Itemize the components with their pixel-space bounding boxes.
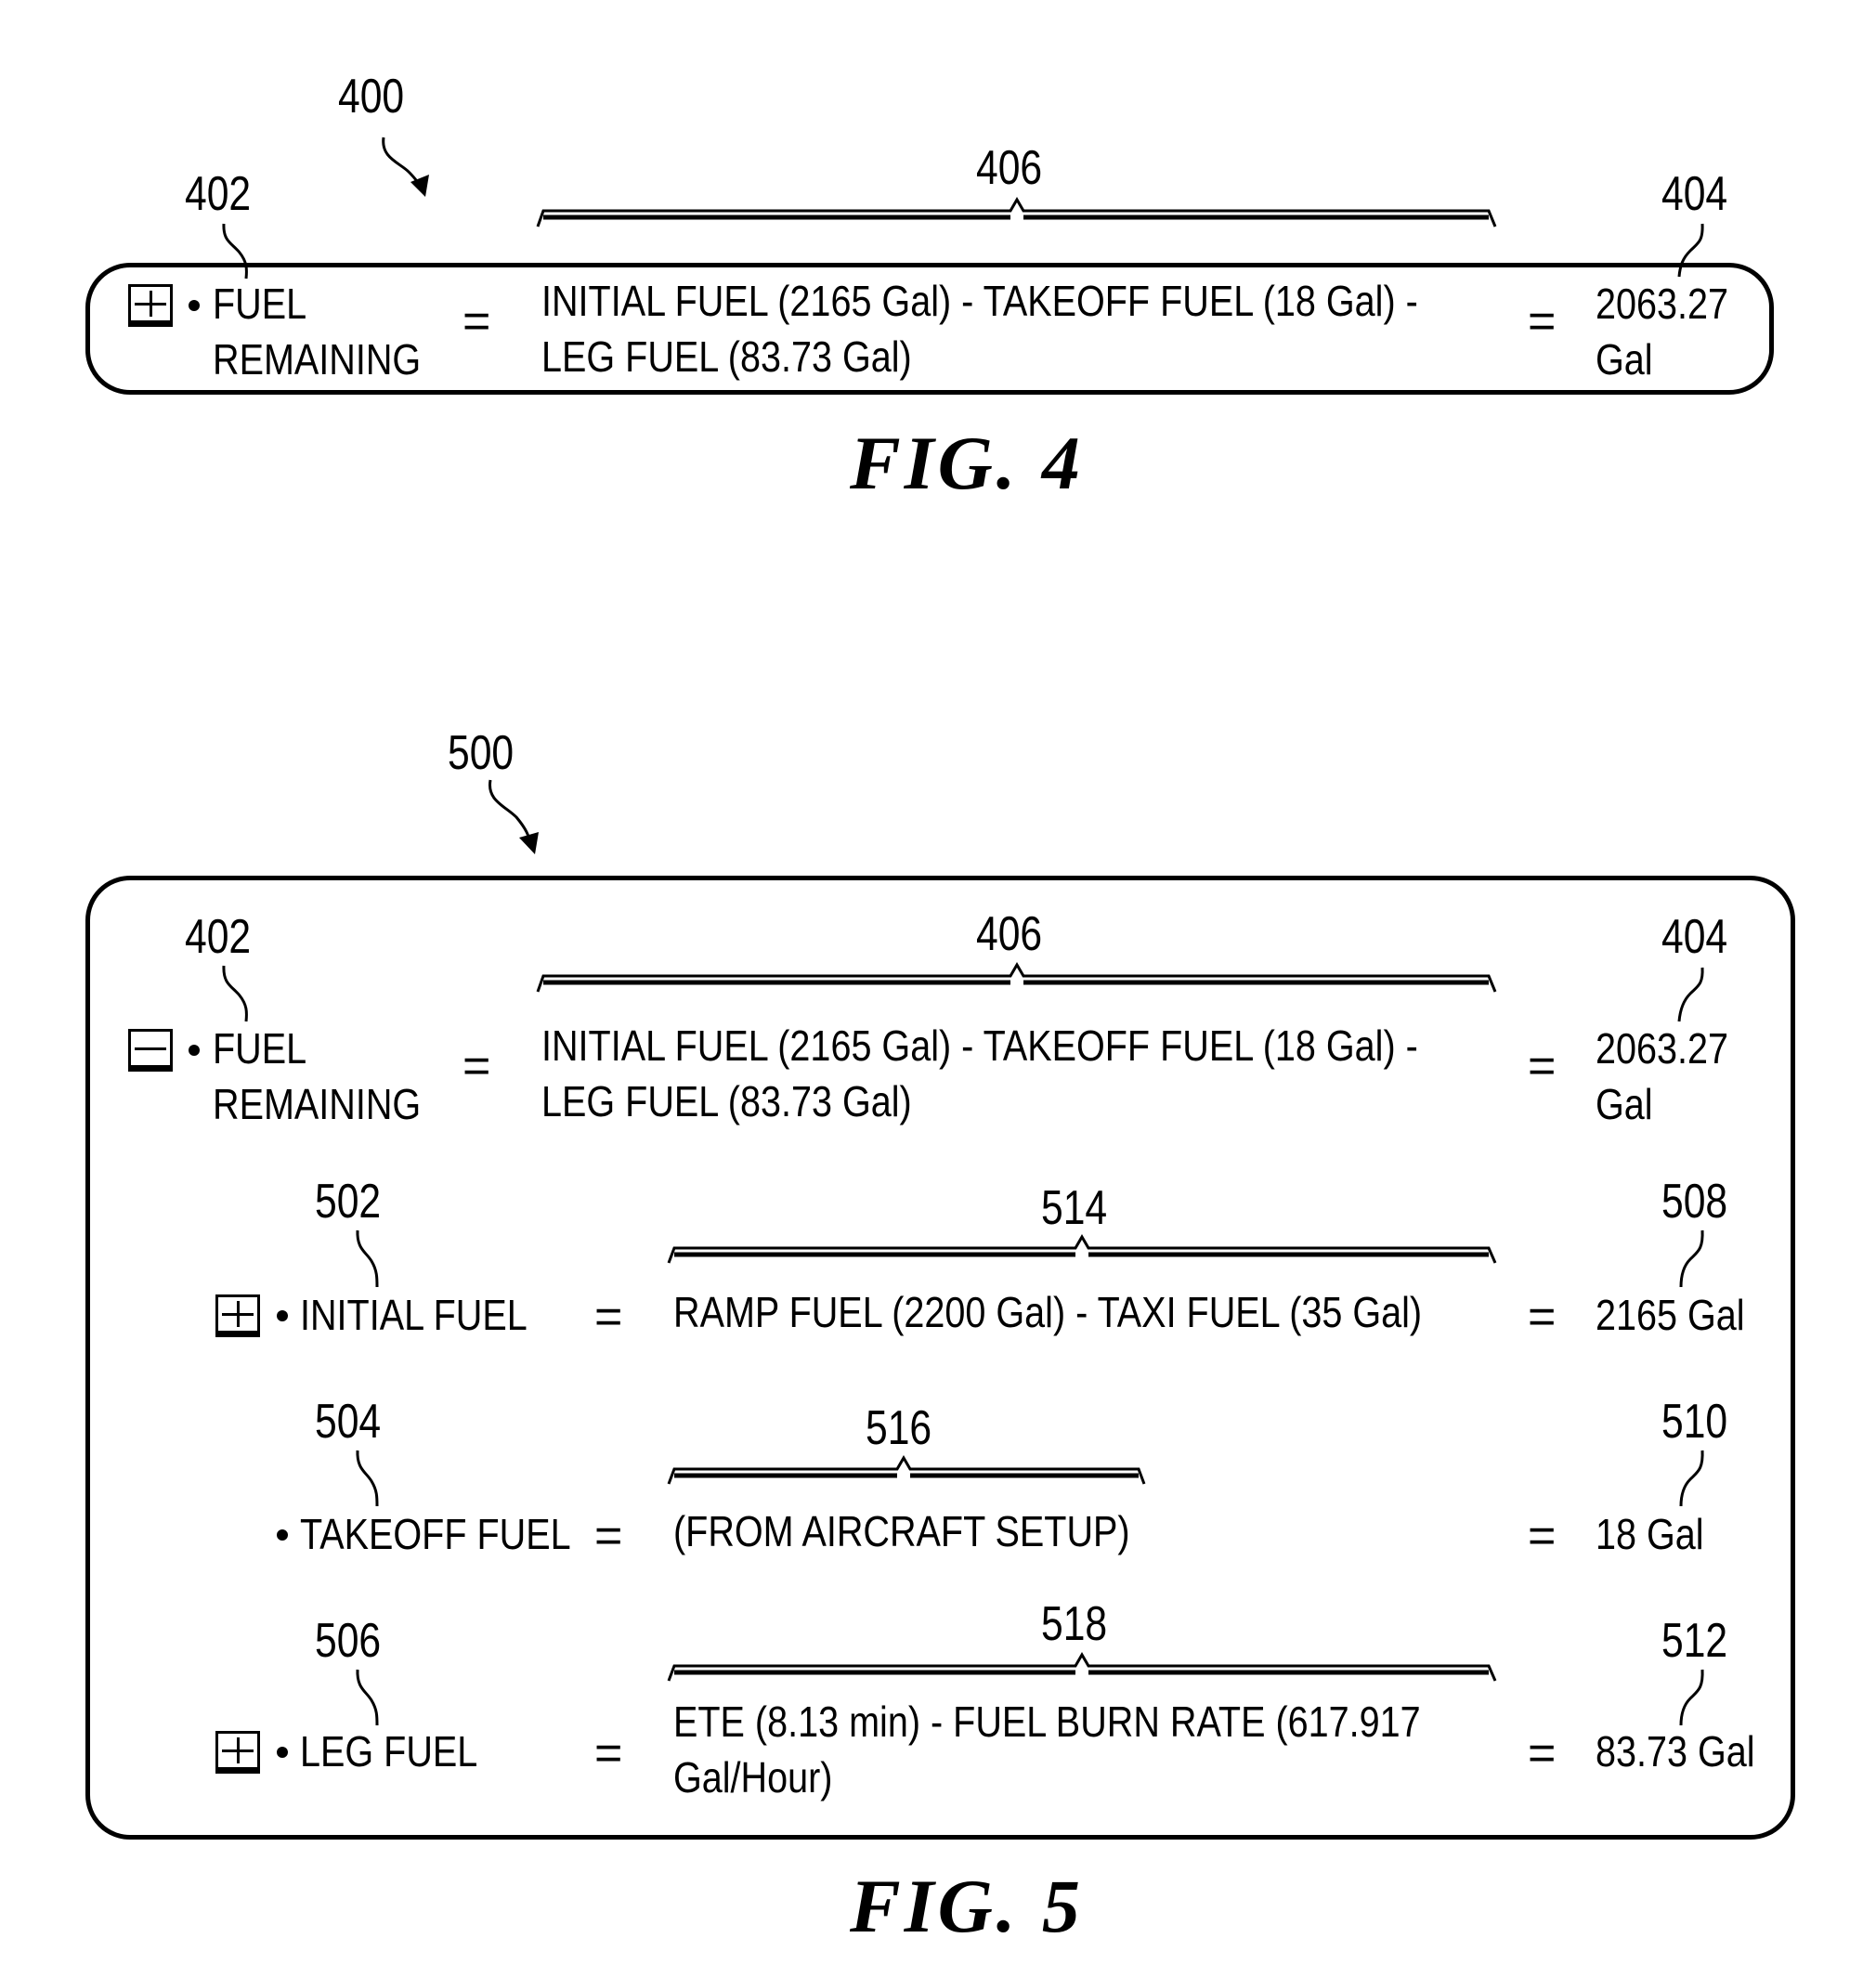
result-equals-sign: = <box>1528 294 1557 348</box>
row-label: INITIAL FUEL <box>300 1291 528 1339</box>
result-value: 18 Gal <box>1596 1510 1704 1558</box>
formula-line1: INITIAL FUEL (2165 Gal) - TAKEOFF FUEL (… <box>541 1021 1418 1070</box>
ref-402: 402 <box>185 167 252 221</box>
plus-box-icon[interactable] <box>215 1731 260 1774</box>
result-equals-sign: = <box>1528 1726 1557 1780</box>
ref-406: 406 <box>976 141 1043 195</box>
result-equals-sign: = <box>1528 1509 1557 1563</box>
ref-506: 506 <box>315 1614 382 1668</box>
equals-sign: = <box>594 1509 623 1563</box>
ref-502: 502 <box>315 1175 382 1229</box>
formula-line1: INITIAL FUEL (2165 Gal) - TAKEOFF FUEL (… <box>541 277 1418 325</box>
row-label-line2: REMAINING <box>213 1080 422 1128</box>
formula-line2: Gal/Hour) <box>673 1753 833 1801</box>
ref-514: 514 <box>1041 1181 1108 1235</box>
figure-caption: FIG. 4 <box>850 421 1084 505</box>
result-equals-sign: = <box>1528 1039 1557 1093</box>
row-label: TAKEOFF FUEL <box>300 1510 571 1558</box>
bullet-icon <box>277 1747 288 1758</box>
formula-line1: (FROM AIRCRAFT SETUP) <box>673 1507 1130 1555</box>
ref-518: 518 <box>1041 1597 1108 1651</box>
ref-500: 500 <box>448 726 515 780</box>
row-label: LEG FUEL <box>300 1727 478 1775</box>
bullet-icon <box>277 1529 288 1541</box>
row-label-line1: FUEL <box>213 1024 307 1073</box>
arrow-500 <box>489 779 533 848</box>
ref-404: 404 <box>1661 910 1728 964</box>
formula-line1: RAMP FUEL (2200 Gal) - TAXI FUEL (35 Gal… <box>673 1288 1423 1336</box>
equals-sign: = <box>462 1039 491 1093</box>
row-label-line1: FUEL <box>213 280 307 328</box>
brace-406-fig4 <box>536 197 1497 228</box>
ref-402: 402 <box>185 910 252 964</box>
formula-line2: LEG FUEL (83.73 Gal) <box>541 1077 912 1125</box>
row-label-line2: REMAINING <box>213 335 422 384</box>
arrow-head-500 <box>519 832 539 854</box>
bullet-icon <box>277 1310 288 1321</box>
equals-sign: = <box>594 1290 623 1344</box>
ref-516: 516 <box>866 1401 932 1455</box>
result-value: 83.73 Gal <box>1596 1727 1755 1775</box>
plus-box-icon[interactable] <box>128 284 173 327</box>
plus-box-icon[interactable] <box>215 1294 260 1337</box>
formula-line1: ETE (8.13 min) - FUEL BURN RATE (617.917 <box>673 1697 1421 1746</box>
ref-406: 406 <box>976 907 1043 961</box>
result-value: 2165 Gal <box>1596 1291 1745 1339</box>
result-equals-sign: = <box>1528 1290 1557 1344</box>
result-line2: Gal <box>1596 335 1653 384</box>
equals-sign: = <box>594 1726 623 1780</box>
result-line1: 2063.27 <box>1596 280 1729 328</box>
formula-line2: LEG FUEL (83.73 Gal) <box>541 332 912 381</box>
equals-sign: = <box>462 294 491 348</box>
ref-508: 508 <box>1661 1175 1728 1229</box>
ref-404: 404 <box>1661 167 1728 221</box>
ref-400: 400 <box>338 70 405 124</box>
arrow-head-400 <box>410 175 429 197</box>
ref-510: 510 <box>1661 1395 1728 1449</box>
ref-512: 512 <box>1661 1614 1728 1668</box>
result-line1: 2063.27 <box>1596 1024 1729 1073</box>
figure-caption: FIG. 5 <box>850 1864 1084 1948</box>
minus-box-icon[interactable] <box>128 1029 173 1072</box>
arrow-400 <box>382 137 424 191</box>
ref-504: 504 <box>315 1395 382 1449</box>
bullet-icon <box>189 300 200 311</box>
result-line2: Gal <box>1596 1080 1653 1128</box>
bullet-icon <box>189 1045 200 1056</box>
